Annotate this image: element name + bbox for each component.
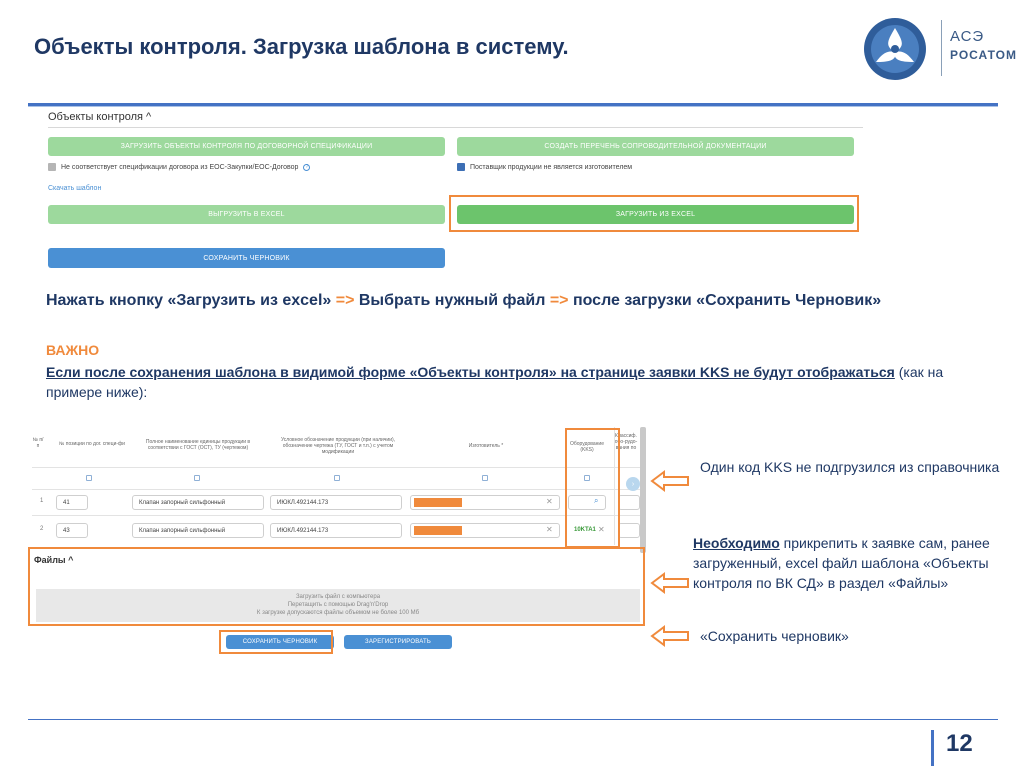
left-arrow-icon [650,625,689,647]
filter-icon[interactable] [194,475,200,481]
designation-field[interactable]: ИЮКЛ.492144.173 [270,495,402,510]
filter-divider [32,489,640,490]
page-number: 12 [946,730,973,757]
page-separator [931,730,934,766]
position-field[interactable]: 43 [56,523,88,538]
spec-mismatch-checkbox[interactable]: Не соответствует спецификации договора и… [48,163,311,171]
logo-separator [941,20,942,76]
checkbox-label: Поставщик продукции не является изготови… [470,163,633,171]
checkbox-icon[interactable] [48,163,56,171]
slide-title: Объекты контроля. Загрузка шаблона в сис… [34,34,569,59]
warning-text: Если после сохранения шаблона в видимой … [46,362,946,402]
highlight-kks-column [565,428,620,548]
row-divider [32,515,640,516]
instruction-part1: Нажать кнопку «Загрузить из excel» [46,292,336,309]
instruction-part3: после загрузки «Сохранить Черновик» [568,292,882,309]
position-field[interactable]: 41 [56,495,88,510]
checkbox-icon[interactable] [457,163,465,171]
control-objects-form: Объекты контроля ^ Загрузить объекты кон… [40,107,870,272]
table-header: № п/п [32,437,44,449]
export-excel-button[interactable]: Выгрузить в Excel [48,205,445,224]
close-icon[interactable]: ✕ [546,525,553,534]
header-divider [32,467,640,468]
product-name-field[interactable]: Клапан запорный сильфонный [132,495,264,510]
table-header: Изготовитель * [468,443,504,449]
designation-field[interactable]: ИЮКЛ.492144.173 [270,523,402,538]
classification-field[interactable] [618,495,640,510]
filter-icon[interactable] [334,475,340,481]
logo-text-ase: АСЭ [950,28,985,45]
logo-text-rosatom: РОСАТОМ [950,48,1017,62]
note-attach-file: Необходимо прикрепить к заявке сам, ране… [693,533,1011,593]
instruction-part2: Выбрать нужный файл [354,292,550,309]
instruction-text: Нажать кнопку «Загрузить из excel» => Вы… [46,290,946,311]
upload-spec-button[interactable]: Загрузить объекты контроля по договорной… [48,137,445,156]
save-draft-button[interactable]: Сохранить черновик [48,248,445,268]
manufacturer-redacted [414,526,462,535]
rosatom-logo: АСЭ РОСАТОМ [862,14,1022,84]
important-label: ВАЖНО [46,342,100,358]
row-number: 1 [40,498,44,504]
classification-field[interactable] [618,523,640,538]
create-doc-list-button[interactable]: Создать перечень сопроводительной докуме… [457,137,854,156]
close-icon[interactable]: ✕ [546,497,553,506]
supplier-not-manufacturer-checkbox[interactable]: Поставщик продукции не является изготови… [457,163,632,171]
left-arrow-icon [650,470,689,492]
form-section-title[interactable]: Объекты контроля ^ [48,111,151,123]
product-name-field[interactable]: Клапан запорный сильфонный [132,523,264,538]
highlight-files-section [28,547,645,626]
filter-icon[interactable] [86,475,92,481]
bottom-rule [28,719,998,720]
scroll-right-icon[interactable]: › [626,477,640,491]
help-icon[interactable]: ? [303,163,311,171]
highlight-import-excel [449,195,859,232]
table-header: № позиции по дог. специ-фи [59,441,125,447]
instruction-arrow: => [335,292,355,309]
row-number: 2 [40,526,44,532]
note-emphasis: Необходимо [693,535,780,551]
highlight-save-draft [219,630,333,654]
note-kks-missing: Один код KKS не подгрузился из справочни… [700,459,1000,475]
register-button[interactable]: Зарегистрировать [344,635,452,649]
note-save-draft: «Сохранить черновик» [700,628,849,644]
left-arrow-icon [650,572,689,594]
table-header: Полное наименование единицы продукции в … [145,439,251,451]
vertical-scrollbar[interactable] [640,427,646,553]
table-header: Условное обозначение продукции (при нали… [280,437,396,455]
instruction-arrow: => [549,292,569,309]
checkbox-label: Не соответствует спецификации договора и… [61,163,299,171]
rosatom-logo-icon [864,18,926,80]
download-template-link[interactable]: Скачать шаблон [48,185,101,192]
manufacturer-redacted [414,498,462,507]
warning-underlined: Если после сохранения шаблона в видимой … [46,364,895,380]
filter-icon[interactable] [482,475,488,481]
divider [48,127,863,128]
